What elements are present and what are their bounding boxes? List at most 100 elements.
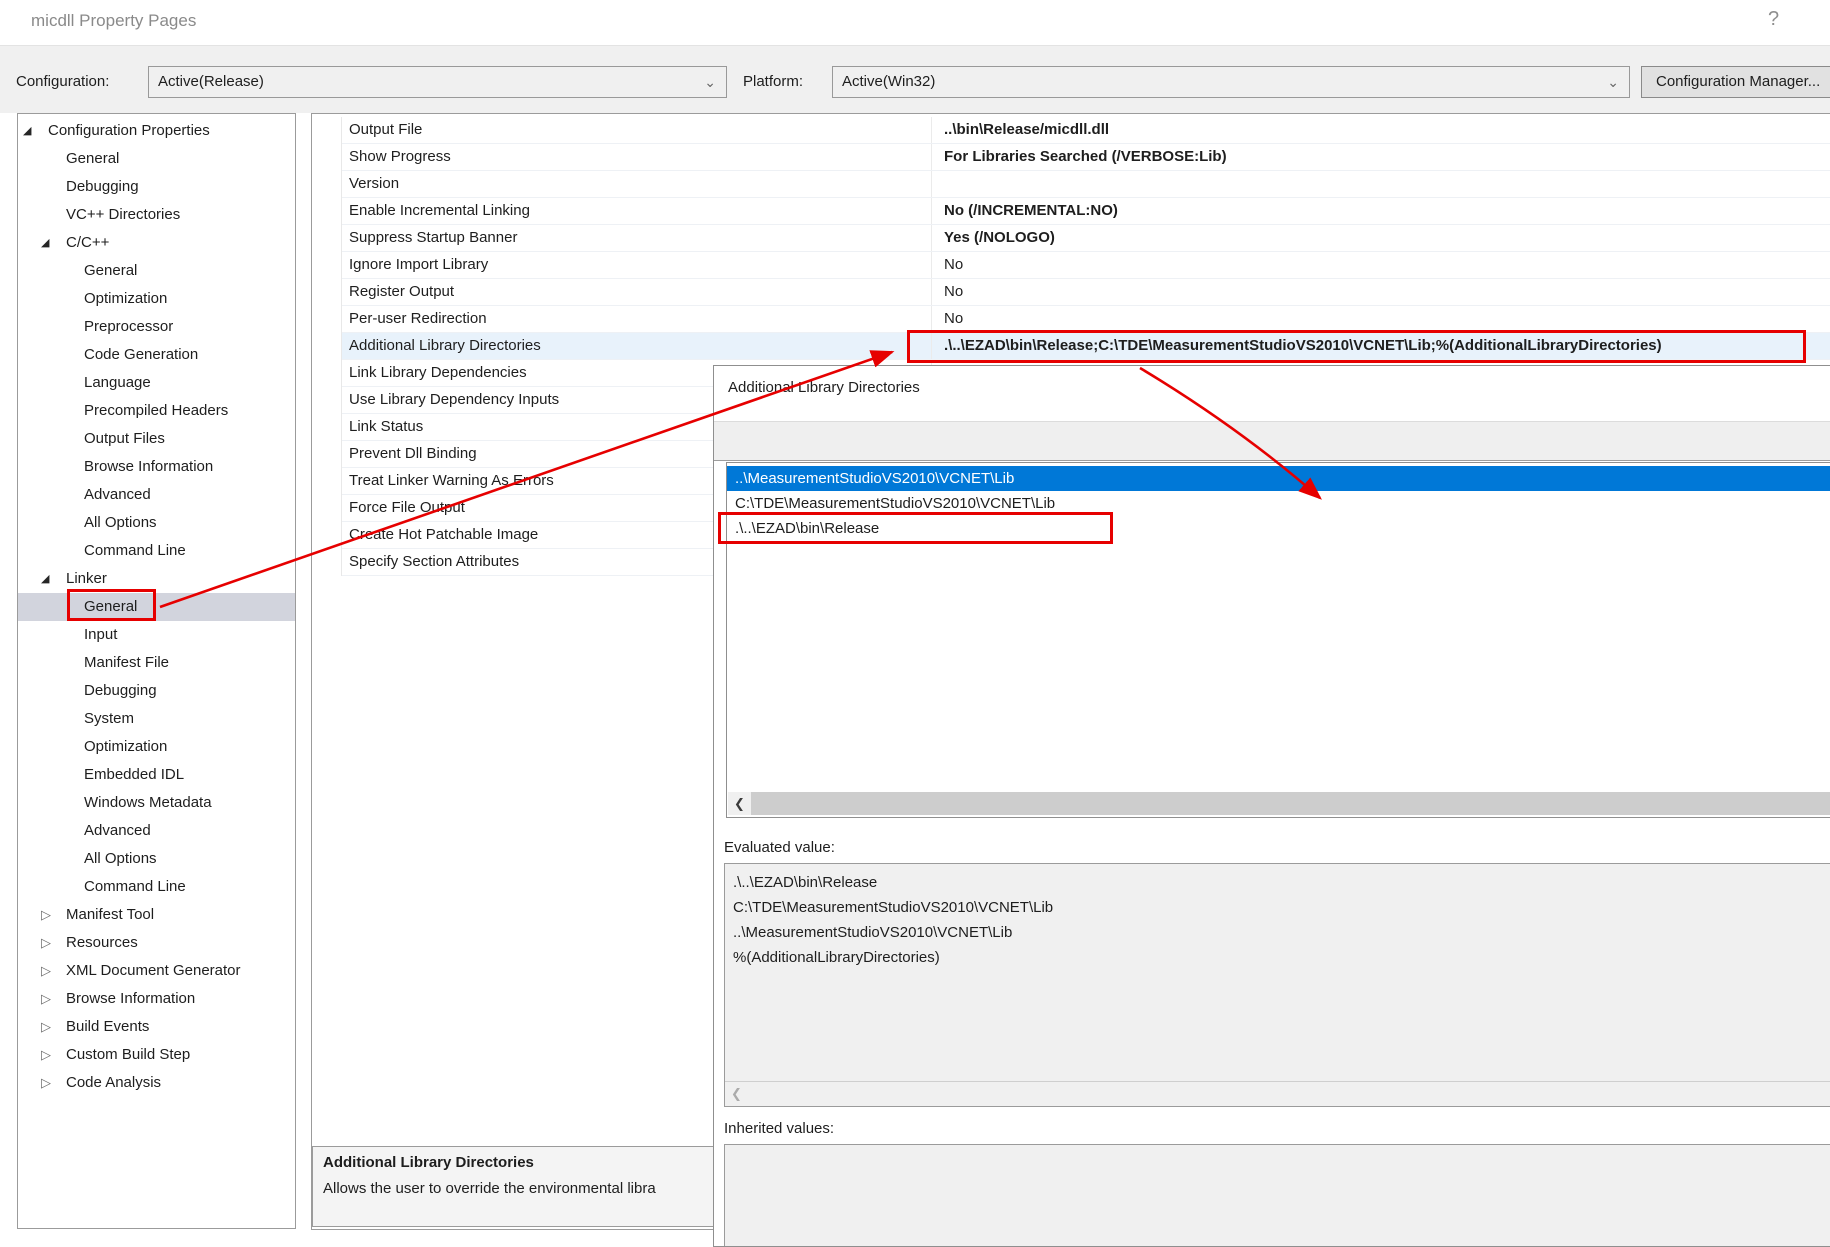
sidebar-item-label: Custom Build Step <box>66 1041 190 1069</box>
configuration-tree-panel: ◢Configuration PropertiesGeneralDebuggin… <box>17 113 296 1229</box>
sidebar-item-optimization[interactable]: Optimization <box>18 733 295 761</box>
directory-list-item[interactable]: ..\MeasurementStudioVS2010\VCNET\Lib <box>727 466 1830 491</box>
property-row-suppress-startup-banner[interactable]: Suppress Startup BannerYes (/NOLOGO) <box>342 225 1830 252</box>
directory-list-item[interactable]: .\..\EZAD\bin\Release <box>727 516 1830 541</box>
evaluated-value-box: .\..\EZAD\bin\ReleaseC:\TDE\MeasurementS… <box>724 863 1830 1107</box>
property-name: Suppress Startup Banner <box>342 225 931 251</box>
sidebar-item-all-options[interactable]: All Options <box>18 845 295 873</box>
sidebar-item-resources[interactable]: ▷Resources <box>18 929 295 957</box>
sidebar-item-configuration-properties[interactable]: ◢Configuration Properties <box>18 117 295 145</box>
sidebar-item-label: Configuration Properties <box>48 117 210 145</box>
sidebar-item-custom-build-step[interactable]: ▷Custom Build Step <box>18 1041 295 1069</box>
sidebar-item-precompiled-headers[interactable]: Precompiled Headers <box>18 397 295 425</box>
property-row-show-progress[interactable]: Show ProgressFor Libraries Searched (/VE… <box>342 144 1830 171</box>
sidebar-item-label: General <box>84 593 137 621</box>
sidebar-item-label: C/C++ <box>66 229 109 257</box>
additional-library-directories-popup: Additional Library Directories ..\Measur… <box>713 365 1830 1247</box>
sidebar-item-label: General <box>84 257 137 285</box>
sidebar-item-all-options[interactable]: All Options <box>18 509 295 537</box>
horizontal-scrollbar[interactable]: ❮ <box>728 792 1830 815</box>
tree-collapsed-icon[interactable]: ▷ <box>41 1069 66 1097</box>
property-value[interactable]: Yes (/NOLOGO) <box>931 225 1830 251</box>
property-row-per-user-redirection[interactable]: Per-user RedirectionNo <box>342 306 1830 333</box>
chevron-down-icon: ⌄ <box>704 67 716 97</box>
property-value[interactable]: No <box>931 306 1830 332</box>
sidebar-item-language[interactable]: Language <box>18 369 295 397</box>
tree-collapsed-icon[interactable]: ▷ <box>41 929 66 957</box>
scroll-left-icon[interactable]: ❮ <box>728 792 751 815</box>
sidebar-item-optimization[interactable]: Optimization <box>18 285 295 313</box>
directory-list-item[interactable]: C:\TDE\MeasurementStudioVS2010\VCNET\Lib <box>727 491 1830 516</box>
sidebar-item-advanced[interactable]: Advanced <box>18 817 295 845</box>
sidebar-item-embedded-idl[interactable]: Embedded IDL <box>18 761 295 789</box>
dialog-title: micdll Property Pages <box>31 11 196 31</box>
property-value[interactable] <box>931 171 1830 197</box>
sidebar-item-label: All Options <box>84 509 157 537</box>
property-value[interactable]: No <box>931 252 1830 278</box>
sidebar-item-label: Browse Information <box>66 985 195 1013</box>
tree-expanded-icon[interactable]: ◢ <box>41 229 66 257</box>
property-row-register-output[interactable]: Register OutputNo <box>342 279 1830 306</box>
horizontal-scrollbar[interactable]: ❮ <box>725 1081 1830 1106</box>
property-value[interactable]: No (/INCREMENTAL:NO) <box>931 198 1830 224</box>
sidebar-item-command-line[interactable]: Command Line <box>18 537 295 565</box>
tree-collapsed-icon[interactable]: ▷ <box>41 1013 66 1041</box>
tree-expanded-icon[interactable]: ◢ <box>23 117 48 145</box>
sidebar-item-label: Advanced <box>84 481 151 509</box>
sidebar-item-advanced[interactable]: Advanced <box>18 481 295 509</box>
sidebar-item-output-files[interactable]: Output Files <box>18 425 295 453</box>
sidebar-item-label: Debugging <box>84 677 157 705</box>
tree-collapsed-icon[interactable]: ▷ <box>41 985 66 1013</box>
inherited-values-label: Inherited values: <box>724 1119 834 1139</box>
sidebar-item-build-events[interactable]: ▷Build Events <box>18 1013 295 1041</box>
sidebar-item-c-c[interactable]: ◢C/C++ <box>18 229 295 257</box>
sidebar-item-browse-information[interactable]: Browse Information <box>18 453 295 481</box>
property-value[interactable]: For Libraries Searched (/VERBOSE:Lib) <box>931 144 1830 170</box>
sidebar-item-label: All Options <box>84 845 157 873</box>
platform-dropdown-value: Active(Win32) <box>842 73 935 90</box>
sidebar-item-label: XML Document Generator <box>66 957 241 985</box>
sidebar-item-manifest-tool[interactable]: ▷Manifest Tool <box>18 901 295 929</box>
tree-expanded-icon[interactable]: ◢ <box>41 565 66 593</box>
property-name: Register Output <box>342 279 931 305</box>
property-row-enable-incremental-linking[interactable]: Enable Incremental LinkingNo (/INCREMENT… <box>342 198 1830 225</box>
help-icon[interactable]: ? <box>1768 8 1779 31</box>
sidebar-item-windows-metadata[interactable]: Windows Metadata <box>18 789 295 817</box>
property-value[interactable]: No <box>931 279 1830 305</box>
sidebar-item-vc-directories[interactable]: VC++ Directories <box>18 201 295 229</box>
sidebar-item-label: Optimization <box>84 733 167 761</box>
sidebar-item-xml-document-generator[interactable]: ▷XML Document Generator <box>18 957 295 985</box>
sidebar-item-preprocessor[interactable]: Preprocessor <box>18 313 295 341</box>
tree-collapsed-icon[interactable]: ▷ <box>41 1041 66 1069</box>
sidebar-item-debugging[interactable]: Debugging <box>18 677 295 705</box>
sidebar-item-browse-information[interactable]: ▷Browse Information <box>18 985 295 1013</box>
sidebar-item-system[interactable]: System <box>18 705 295 733</box>
property-row-output-file[interactable]: Output File..\bin\Release/micdll.dll <box>342 117 1830 144</box>
property-value[interactable]: ..\bin\Release/micdll.dll <box>931 117 1830 143</box>
scroll-left-icon[interactable]: ❮ <box>725 1082 748 1105</box>
sidebar-item-linker[interactable]: ◢Linker <box>18 565 295 593</box>
sidebar-item-manifest-file[interactable]: Manifest File <box>18 649 295 677</box>
sidebar-item-label: General <box>66 145 119 173</box>
configuration-manager-button[interactable]: Configuration Manager... <box>1641 66 1830 98</box>
sidebar-item-label: Output Files <box>84 425 165 453</box>
sidebar-item-general[interactable]: General <box>18 257 295 285</box>
sidebar-item-general[interactable]: General <box>18 593 295 621</box>
sidebar-item-command-line[interactable]: Command Line <box>18 873 295 901</box>
sidebar-item-code-generation[interactable]: Code Generation <box>18 341 295 369</box>
sidebar-item-label: System <box>84 705 134 733</box>
property-value[interactable]: .\..\EZAD\bin\Release;C:\TDE\Measurement… <box>931 333 1830 359</box>
tree-collapsed-icon[interactable]: ▷ <box>41 901 66 929</box>
sidebar-item-code-analysis[interactable]: ▷Code Analysis <box>18 1069 295 1097</box>
sidebar-item-general[interactable]: General <box>18 145 295 173</box>
property-row-ignore-import-library[interactable]: Ignore Import LibraryNo <box>342 252 1830 279</box>
platform-dropdown[interactable]: Active(Win32) ⌄ <box>832 66 1630 98</box>
configuration-dropdown[interactable]: Active(Release) ⌄ <box>148 66 727 98</box>
property-row-version[interactable]: Version <box>342 171 1830 198</box>
tree-collapsed-icon[interactable]: ▷ <box>41 957 66 985</box>
sidebar-item-input[interactable]: Input <box>18 621 295 649</box>
sidebar-item-debugging[interactable]: Debugging <box>18 173 295 201</box>
dialog-header <box>0 0 1830 46</box>
directories-listbox[interactable]: ..\MeasurementStudioVS2010\VCNET\LibC:\T… <box>726 462 1830 818</box>
property-row-additional-library-directories[interactable]: Additional Library Directories.\..\EZAD\… <box>342 333 1830 360</box>
